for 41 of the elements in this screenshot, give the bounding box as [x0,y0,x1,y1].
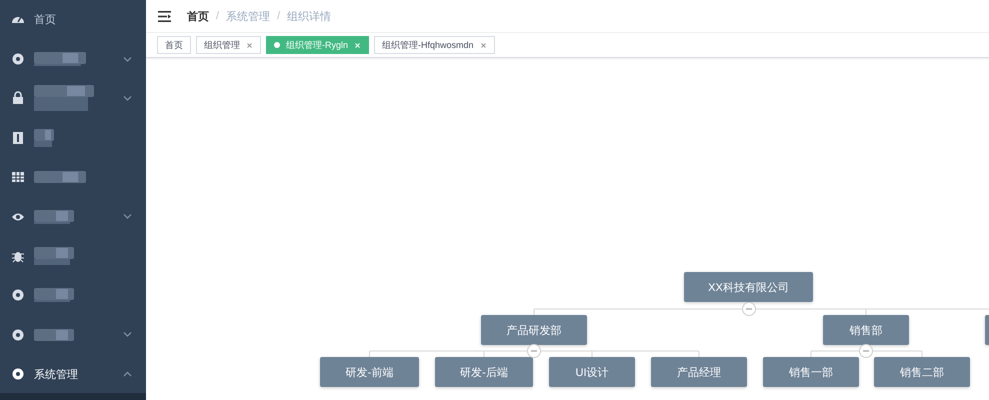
org-node[interactable]: 产品研发部 [481,315,587,345]
grid-icon [11,170,25,184]
breadcrumb-separator: / [277,10,280,22]
blurred-label-drawing [34,85,94,112]
breadcrumb-separator: / [216,10,220,22]
org-node[interactable]: XX科技有限公司 [684,272,813,302]
tab[interactable]: 组织管理-Rygln [266,36,370,54]
collapse-icon[interactable] [527,344,541,358]
blurred-label-drawing [34,171,86,184]
breadcrumb-link[interactable]: 首页 [187,8,209,24]
active-dot-icon [274,42,280,48]
org-node[interactable]: 销售二部 [874,357,970,387]
menu-item[interactable]: 系统管理 [0,354,146,394]
menu-icon[interactable] [158,10,171,22]
close-icon[interactable] [480,42,487,48]
lock-icon [11,91,25,106]
bug-icon [11,249,25,264]
org-node[interactable]: 研发-后端 [435,357,533,387]
org-node[interactable]: 销售部 [823,315,909,345]
blurred-label-drawing [34,247,74,266]
blurred-label-drawing [34,288,74,302]
blurred-label-drawing [34,210,74,224]
menu-label: 系统管理 [34,368,78,382]
collapse-icon[interactable] [859,344,873,358]
tab[interactable]: 组织管理-Hfqhwosmdn [374,36,495,54]
blurred-label-drawing [34,52,86,66]
org-node[interactable]: 销售一部 [763,357,859,387]
blurred-label-drawing [34,128,54,147]
breadcrumb-link[interactable]: 系统管理 [226,8,270,24]
breadcrumb-link[interactable]: 组织详情 [287,8,332,24]
tab[interactable]: 组织管理 [196,36,261,54]
close-icon[interactable] [246,42,253,48]
org-node[interactable]: UI设计 [549,357,635,387]
collapse-icon[interactable] [742,302,756,316]
blurred-label-drawing [34,328,74,341]
menu-item[interactable]: 首页 [0,0,146,40]
menu-label: 首页 [34,13,56,28]
org-node[interactable]: 研发-前端 [320,357,419,387]
text-box-icon [11,130,25,145]
org-node[interactable]: 产品经理 [651,357,747,387]
tab[interactable]: 首页 [157,36,191,54]
